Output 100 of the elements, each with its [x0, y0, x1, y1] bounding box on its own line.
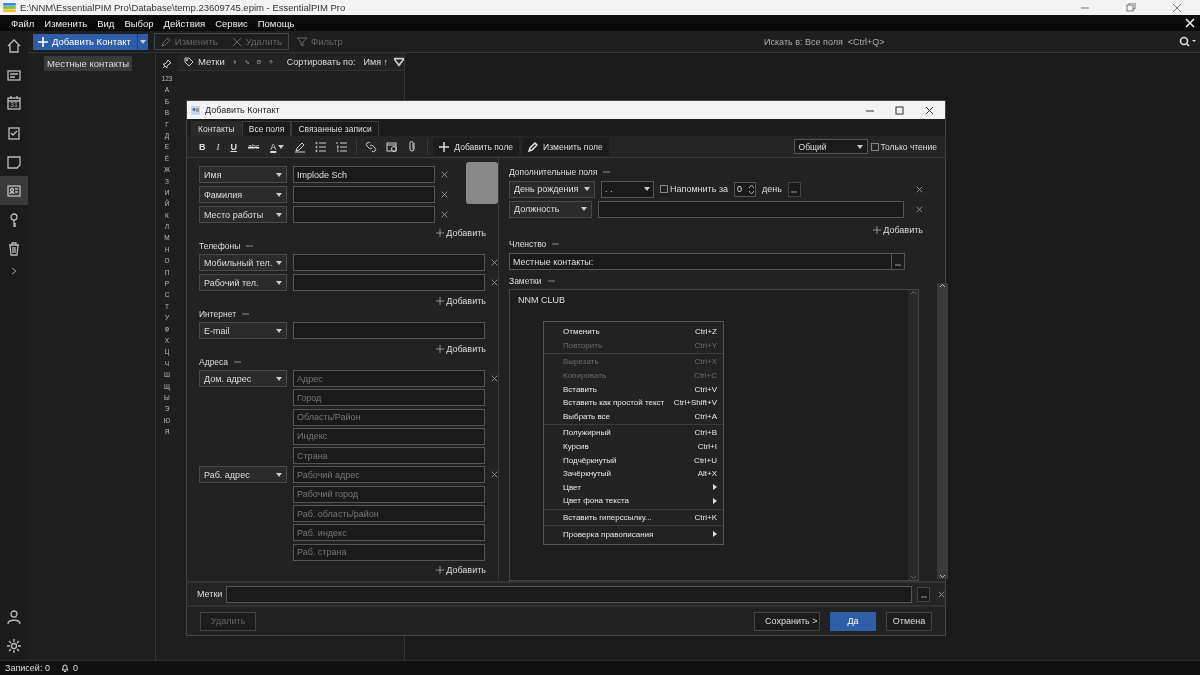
menu-item[interactable]: Вставить Ctrl+V — [544, 382, 723, 396]
sidebar-item[interactable]: Местные контакты — [44, 56, 133, 71]
tab[interactable]: Контакты — [191, 121, 242, 136]
add-field-button[interactable]: Добавить поле — [433, 137, 520, 156]
pin-icon[interactable] — [162, 59, 172, 69]
date-dropdown[interactable]: . . — [601, 180, 654, 198]
format-button[interactable]: U — [226, 138, 241, 155]
chevron-down-icon[interactable] — [909, 574, 917, 580]
menu-item[interactable]: Отменить Ctrl+Z — [544, 325, 723, 339]
text-field[interactable]: Индекс — [293, 427, 485, 445]
add-link[interactable]: Добавить — [436, 227, 486, 239]
scrollbar[interactable] — [937, 283, 948, 579]
text-field[interactable]: Рабочий адрес — [293, 466, 485, 484]
selected-nav-item[interactable] — [0, 176, 28, 205]
remove-icon[interactable] — [938, 590, 945, 598]
calendar-icon[interactable] — [386, 140, 399, 153]
field-type-dropdown[interactable]: День рождения — [509, 180, 595, 198]
text-field[interactable]: Рабочий город — [293, 485, 485, 503]
remove-icon[interactable] — [441, 171, 448, 178]
text-field[interactable] — [293, 274, 485, 291]
ellipsis-button[interactable] — [917, 586, 931, 602]
add-contact-button[interactable]: Добавить Контакт — [33, 33, 137, 50]
add-link[interactable]: Добавить — [873, 223, 923, 236]
text-field[interactable]: Раб. индекс — [293, 524, 485, 542]
menu-item[interactable]: Помощь — [252, 17, 300, 29]
menu-item[interactable]: Цвет — [544, 480, 723, 495]
calendar-icon[interactable] — [6, 94, 22, 111]
chevron-up-icon[interactable] — [939, 283, 946, 289]
menu-item[interactable]: Изменить — [39, 17, 93, 29]
ok-button[interactable]: Да — [830, 611, 876, 631]
spinner-arrows-icon[interactable] — [748, 182, 755, 196]
text-field[interactable] — [293, 186, 435, 203]
membership-field[interactable]: Местные контакты: — [509, 252, 905, 270]
field-type-dropdown[interactable]: Дом. адрес — [199, 370, 287, 387]
text-field[interactable]: Область/Район — [293, 408, 485, 426]
note-icon[interactable] — [6, 153, 22, 170]
menu-item[interactable]: Подчёркнутый Ctrl+U — [544, 453, 723, 467]
tab[interactable]: Все поля — [241, 121, 292, 136]
format-button[interactable]: I — [212, 138, 224, 155]
menu-item[interactable]: Цвет фона текста — [544, 494, 723, 508]
menu-item[interactable]: Проверка правописания — [544, 527, 723, 541]
remove-icon[interactable] — [916, 185, 923, 193]
font-color-button[interactable]: A — [266, 138, 289, 155]
remove-icon[interactable] — [441, 191, 448, 198]
field-type-dropdown[interactable]: Раб. адрес — [199, 466, 287, 484]
menu-item[interactable]: Выбрать все Ctrl+A — [544, 409, 723, 424]
days-spinner[interactable]: 0 — [734, 181, 756, 197]
text-field[interactable]: Страна — [293, 447, 485, 465]
read-only-checkbox[interactable]: Только чтение — [870, 141, 937, 152]
edit-field-button[interactable]: Изменить поле — [522, 137, 609, 156]
field-type-dropdown[interactable]: Место работы — [199, 206, 287, 223]
field-type-dropdown[interactable]: Имя — [199, 166, 287, 183]
text-field[interactable] — [598, 200, 905, 218]
remove-icon[interactable] — [491, 259, 498, 266]
text-field[interactable] — [293, 322, 485, 339]
menu-item[interactable]: Зачёркнутый Alt+X — [544, 466, 723, 481]
text-field[interactable] — [293, 206, 435, 223]
link-icon[interactable] — [365, 140, 378, 153]
menu-item[interactable]: Действия — [158, 17, 211, 29]
home-icon[interactable] — [6, 37, 22, 54]
highlighter-icon[interactable] — [294, 140, 307, 153]
scrollbar[interactable] — [908, 290, 918, 580]
remove-icon[interactable] — [491, 471, 498, 479]
remove-icon[interactable] — [491, 279, 498, 286]
ellipsis-button[interactable] — [787, 181, 801, 197]
text-field[interactable]: Город — [293, 389, 485, 407]
chevron-right-icon[interactable] — [10, 267, 18, 275]
tags-field[interactable] — [226, 585, 913, 603]
add-link[interactable]: Добавить — [436, 343, 486, 355]
menu-item[interactable]: Курсив Ctrl+I — [544, 439, 723, 454]
text-field[interactable]: Implode Sch — [293, 166, 435, 183]
menu-item[interactable]: Вставить как простой текст Ctrl+Shift+V — [544, 395, 723, 410]
field-type-dropdown[interactable]: Должность — [509, 200, 593, 218]
ellipsis-button[interactable] — [891, 253, 904, 269]
add-link[interactable]: Добавить — [436, 563, 486, 576]
trash-icon[interactable] — [6, 240, 22, 257]
save-button[interactable]: Сохранить > — [754, 611, 820, 631]
add-link[interactable]: Добавить — [436, 295, 486, 307]
chevron-down-icon[interactable] — [939, 573, 946, 579]
menu-item[interactable]: Вид — [92, 17, 120, 29]
remind-checkbox[interactable]: Напомнить за — [660, 184, 728, 195]
bell-icon[interactable] — [59, 663, 70, 673]
person-icon[interactable] — [6, 608, 22, 625]
field-type-dropdown[interactable]: Мобильный тел. — [199, 254, 287, 271]
text-field[interactable]: Адрес — [293, 370, 485, 387]
close-icon[interactable] — [1185, 18, 1195, 28]
access-dropdown[interactable]: Общий — [793, 139, 868, 154]
menu-item[interactable]: Полужирный Ctrl+B — [544, 426, 723, 440]
tab[interactable]: Связанные записи — [291, 121, 379, 136]
field-type-dropdown[interactable]: E-mail — [199, 322, 287, 339]
checklist-icon[interactable] — [6, 124, 22, 141]
format-button[interactable]: B — [195, 138, 210, 155]
search-field[interactable]: Искать в: Все поля <Ctrl+Q> — [758, 33, 1198, 50]
field-type-dropdown[interactable]: Рабочий тел. — [199, 274, 287, 291]
search-icon[interactable] — [1178, 36, 1196, 47]
numbered-list-icon[interactable] — [336, 140, 349, 153]
menu-item[interactable]: Файл — [6, 17, 40, 29]
dropdown-button[interactable] — [136, 33, 148, 50]
text-field[interactable]: Раб. страна — [293, 543, 485, 561]
sort-dropdown[interactable]: Имя ↑ — [363, 56, 404, 67]
